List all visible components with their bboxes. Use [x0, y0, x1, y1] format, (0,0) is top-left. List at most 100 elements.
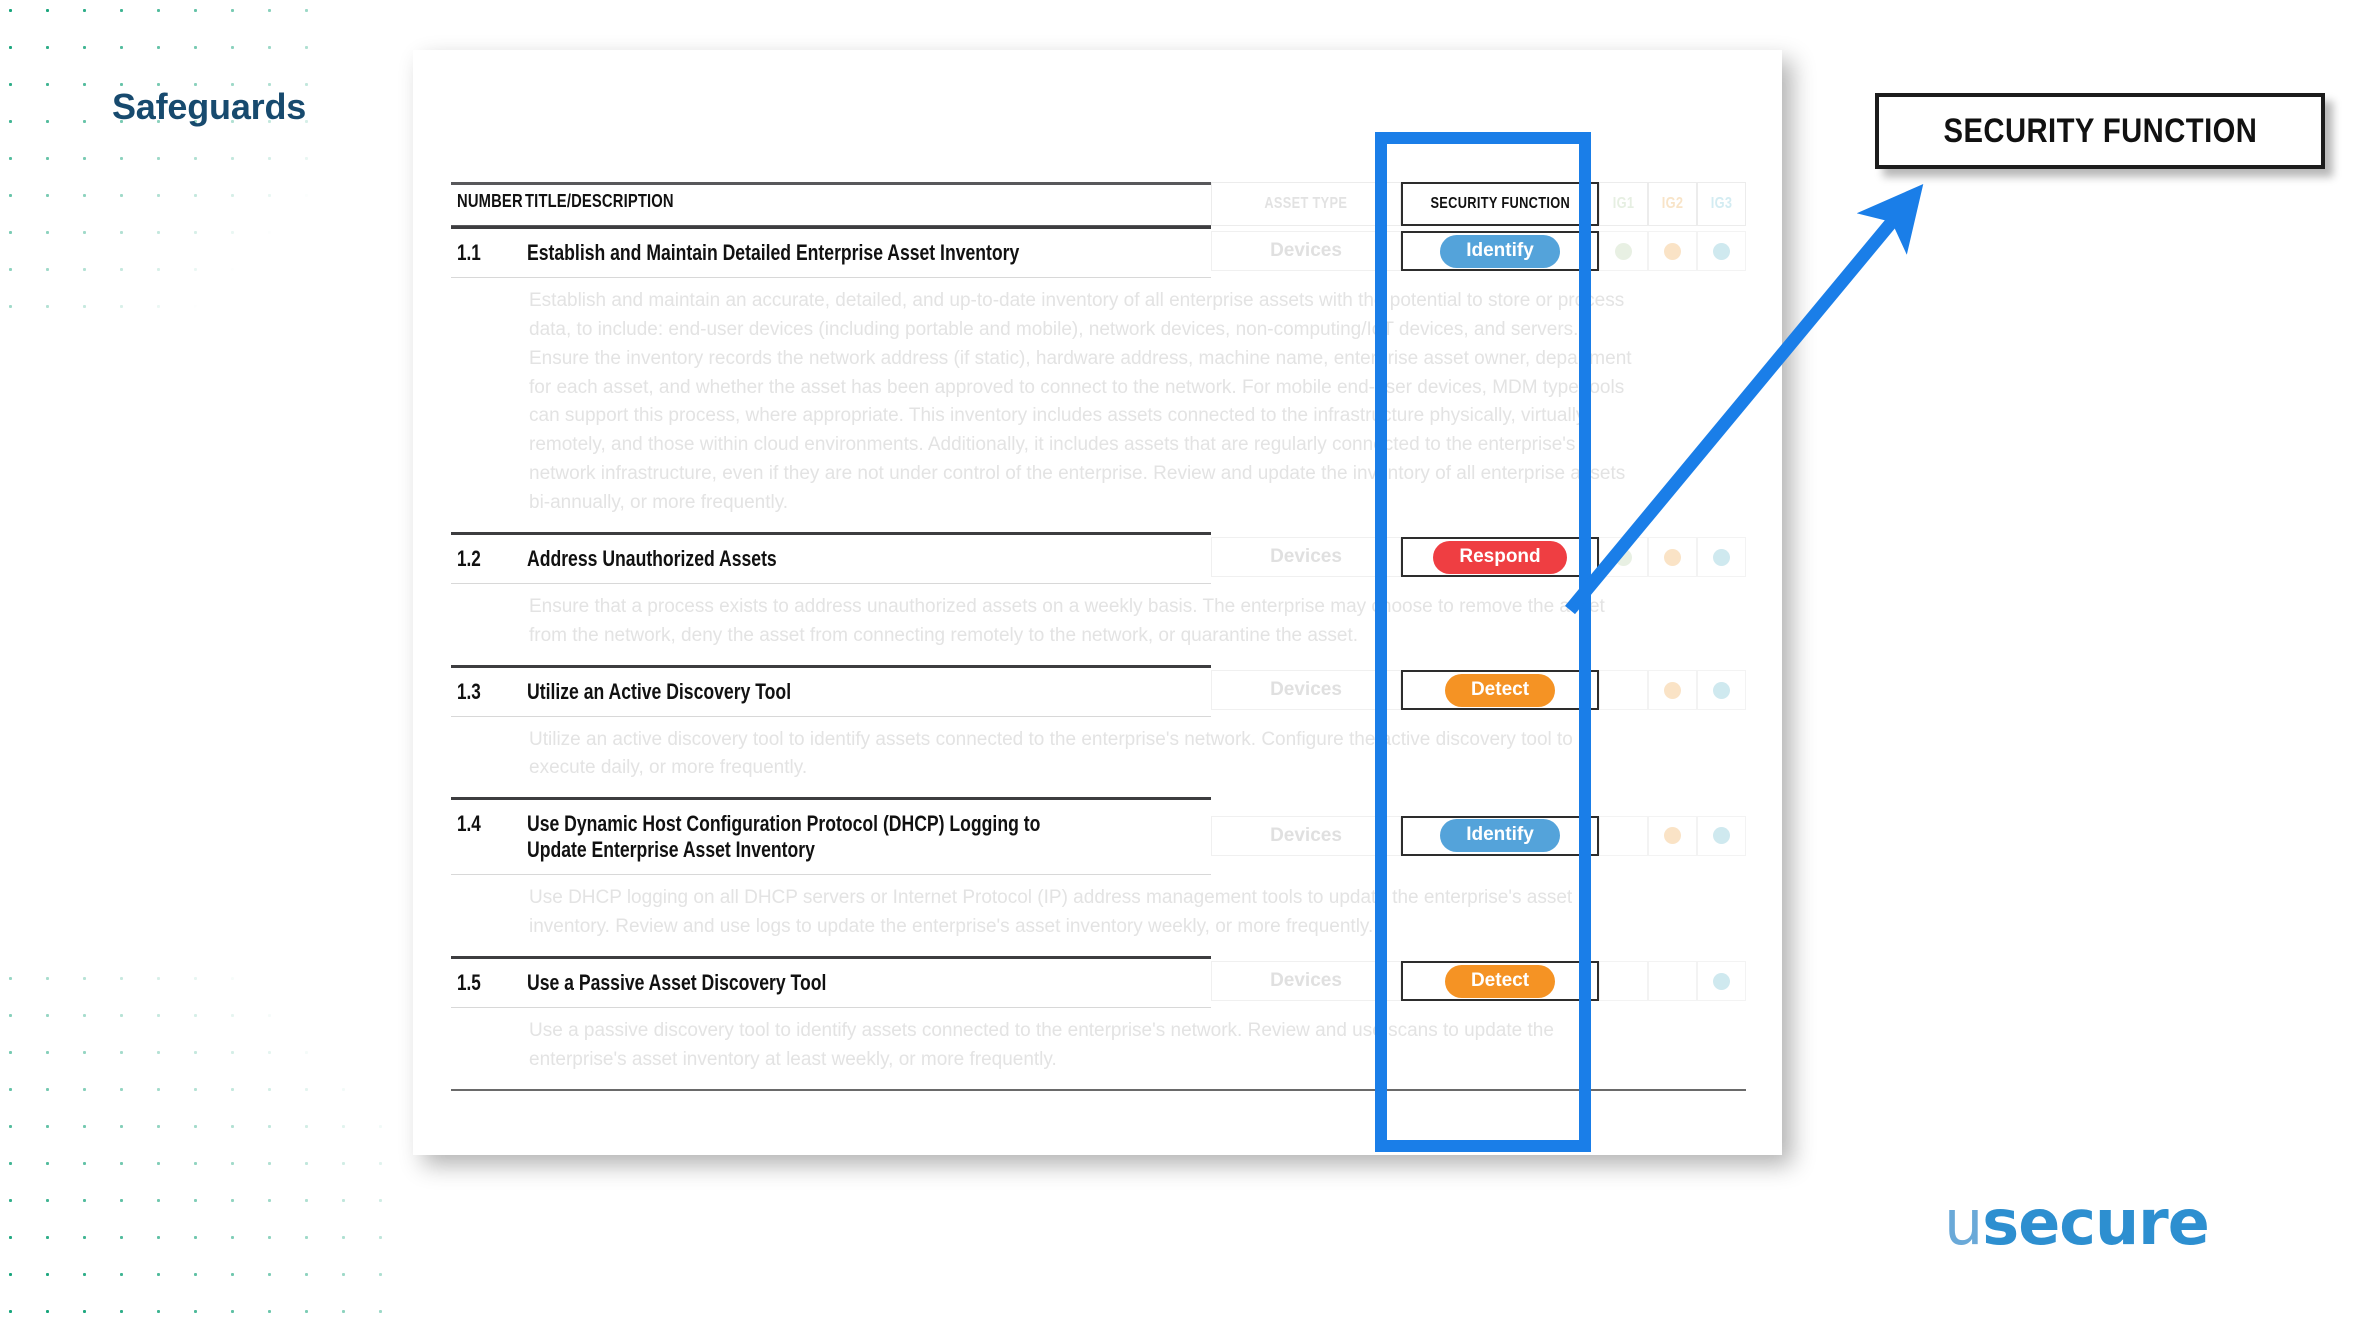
- table-bottom-rule: [451, 1088, 1746, 1091]
- security-function-badge: Detect: [1444, 965, 1556, 998]
- implementation-group-ig2-cell: [1648, 231, 1697, 272]
- safeguard-description-cell: Use a passive discovery tool to identify…: [451, 1006, 1554, 1089]
- safeguard-description-cell: Use DHCP logging on all DHCP servers or …: [451, 874, 1572, 956]
- ig1-dot-icon: [1615, 548, 1632, 566]
- ig2-dot-icon: [1664, 973, 1681, 990]
- document-card: NUMBER TITLE/DESCRIPTION ASSET TYPE SECU…: [413, 50, 1782, 1155]
- implementation-group-ig3-cell: [1697, 815, 1746, 856]
- ig3-dot-icon: [1713, 827, 1730, 845]
- header-security-function: SECURITY FUNCTION: [1401, 182, 1599, 226]
- table-description-row: Ensure that a process exists to address …: [451, 582, 1746, 665]
- asset-type-cell: Devices: [1211, 961, 1401, 1002]
- safeguard-title-cell: 1.4 Use Dynamic Host Configuration Protoc…: [451, 797, 1211, 874]
- implementation-group-ig3-cell: [1697, 231, 1746, 272]
- ig1-dot-icon: [1615, 827, 1632, 844]
- security-function-badge: Detect: [1444, 673, 1556, 707]
- description-overflow-area: [1211, 874, 1746, 956]
- safeguard-attributes: Devices Identify: [1211, 226, 1746, 277]
- header-ig1-label: IG1: [1612, 195, 1635, 212]
- safeguard-description-cell: Utilize an active discovery tool to iden…: [451, 715, 1573, 798]
- ig2-dot-icon: [1664, 827, 1681, 845]
- implementation-group-ig2-cell: [1648, 815, 1697, 856]
- description-overflow-area: [1211, 277, 1746, 532]
- safeguard-title: Use a Passive Asset Discovery Tool: [527, 970, 827, 996]
- asset-type-label: Devices: [1270, 240, 1342, 262]
- table-description-row: Establish and maintain an accurate, deta…: [451, 276, 1746, 532]
- header-asset-type-label: ASSET TYPE: [1264, 195, 1348, 212]
- table-description-row: Utilize an active discovery tool to iden…: [451, 715, 1746, 798]
- safeguards-table: NUMBER TITLE/DESCRIPTION ASSET TYPE SECU…: [451, 182, 1746, 1091]
- callout-label-text: SECURITY FUNCTION: [1943, 111, 2257, 150]
- dot-pattern-top-left: [0, 0, 332, 322]
- ig3-dot-icon: [1713, 548, 1730, 566]
- security-function-cell: Detect: [1401, 961, 1599, 1002]
- asset-type-label: Devices: [1270, 824, 1342, 846]
- table-header-row: NUMBER TITLE/DESCRIPTION ASSET TYPE SECU…: [451, 182, 1746, 226]
- safeguard-attributes: Devices Identify: [1211, 797, 1746, 874]
- implementation-group-ig1-cell: [1599, 231, 1648, 272]
- description-overflow-area: [1211, 716, 1746, 798]
- header-ig1: IG1: [1599, 182, 1648, 226]
- ig2-dot-icon: [1664, 548, 1681, 566]
- security-function-badge: Identify: [1440, 819, 1560, 853]
- safeguard-title-cell: 1.5 Use a Passive Asset Discovery Tool: [451, 956, 1211, 1007]
- asset-type-cell: Devices: [1211, 231, 1401, 272]
- security-function-badge: Identify: [1440, 235, 1560, 268]
- header-asset-type: ASSET TYPE: [1211, 182, 1401, 226]
- header-ig3: IG3: [1697, 182, 1746, 226]
- safeguard-number: 1.1: [457, 240, 481, 265]
- security-function-cell: Detect: [1401, 670, 1599, 711]
- implementation-group-ig3-cell: [1697, 537, 1746, 578]
- implementation-group-ig3-cell: [1697, 961, 1746, 1002]
- security-function-badge: Respond: [1433, 541, 1567, 574]
- implementation-group-ig1-cell: [1599, 961, 1648, 1002]
- description-overflow-area: [1211, 1007, 1746, 1089]
- asset-type-cell: Devices: [1211, 537, 1401, 578]
- header-number: NUMBER: [457, 191, 523, 211]
- header-ig3-label: IG3: [1710, 195, 1733, 212]
- security-function-cell: Identify: [1401, 231, 1599, 272]
- safeguard-number: 1.4: [457, 811, 481, 837]
- safeguard-title-cell: 1.3 Utilize an Active Discovery Tool: [451, 664, 1211, 716]
- implementation-group-ig1-cell: [1599, 537, 1648, 578]
- logo-u-letter: u: [1944, 1186, 1983, 1259]
- header-ig2: IG2: [1648, 182, 1697, 226]
- ig3-dot-icon: [1713, 242, 1730, 260]
- table-row: 1.2 Address Unauthorized Assets Devices Res…: [451, 531, 1746, 583]
- ig1-dot-icon: [1615, 682, 1632, 699]
- ig2-dot-icon: [1664, 242, 1681, 260]
- table-body: 1.1 Establish and Maintain Detailed Enter…: [451, 226, 1746, 1089]
- security-function-cell: Identify: [1401, 815, 1599, 856]
- table-row: 1.5 Use a Passive Asset Discovery Tool Dev…: [451, 956, 1746, 1007]
- header-ig2-label: IG2: [1661, 195, 1684, 212]
- ig2-dot-icon: [1664, 681, 1681, 699]
- table-row: 1.1 Establish and Maintain Detailed Enter…: [451, 226, 1746, 277]
- safeguard-description-cell: Ensure that a process exists to address …: [451, 582, 1605, 665]
- safeguard-description-cell: Establish and maintain an accurate, deta…: [451, 276, 1632, 532]
- table-row: 1.3 Utilize an Active Discovery Tool Devic…: [451, 664, 1746, 716]
- safeguard-title: Use Dynamic Host Configuration Protocol …: [527, 811, 1041, 863]
- ig1-dot-icon: [1615, 242, 1632, 260]
- asset-type-cell: Devices: [1211, 815, 1401, 856]
- implementation-group-ig3-cell: [1697, 670, 1746, 711]
- table-description-row: Use DHCP logging on all DHCP servers or …: [451, 874, 1746, 956]
- safeguard-attributes: Devices Detect: [1211, 956, 1746, 1007]
- asset-type-label: Devices: [1270, 546, 1342, 568]
- asset-type-cell: Devices: [1211, 670, 1401, 711]
- callout-label-box: SECURITY FUNCTION: [1875, 93, 2325, 169]
- page-title: Safeguards: [112, 86, 307, 127]
- asset-type-label: Devices: [1270, 679, 1342, 701]
- implementation-group-ig2-cell: [1648, 961, 1697, 1002]
- safeguard-number: 1.5: [457, 970, 481, 996]
- logo-secure-text: secure: [1982, 1186, 2209, 1259]
- header-right-cells: ASSET TYPE SECURITY FUNCTION IG1 IG2 IG3: [1211, 182, 1746, 226]
- table-row: 1.4 Use Dynamic Host Configuration Protoc…: [451, 797, 1746, 874]
- description-overflow-area: [1211, 583, 1746, 665]
- usecure-logo: usecure: [1944, 1186, 2210, 1259]
- header-left-cell: NUMBER TITLE/DESCRIPTION: [451, 182, 1211, 226]
- ig3-dot-icon: [1713, 681, 1730, 699]
- ig3-dot-icon: [1713, 972, 1730, 990]
- safeguard-number: 1.2: [457, 545, 481, 571]
- safeguard-attributes: Devices Respond: [1211, 532, 1746, 583]
- implementation-group-ig2-cell: [1648, 670, 1697, 711]
